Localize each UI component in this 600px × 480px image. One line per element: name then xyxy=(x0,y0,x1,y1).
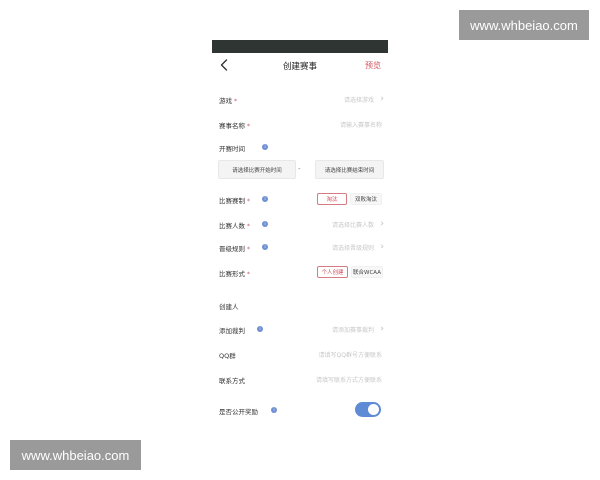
public-reward-toggle[interactable] xyxy=(355,402,381,417)
name-input[interactable]: 请输入赛事名称 xyxy=(340,120,382,129)
chevron-right-icon: › xyxy=(380,324,384,334)
chevron-right-icon: › xyxy=(380,94,384,104)
toggle-knob xyxy=(368,404,379,415)
public-reward-row: 是否公开奖励 i xyxy=(212,402,388,420)
status-bar xyxy=(212,40,388,53)
start-time-label: 开赛时间 xyxy=(219,145,245,153)
format-row: 比赛赛制 * i 淘汰 双败淘汰 xyxy=(212,191,388,209)
required-mark: * xyxy=(247,246,250,253)
creator-label: 创建人 xyxy=(219,303,239,311)
name-label: 赛事名称 xyxy=(219,122,245,130)
style-option-personal[interactable]: 个人创建 xyxy=(317,266,348,278)
public-reward-label: 是否公开奖励 xyxy=(219,408,258,416)
info-icon[interactable]: i xyxy=(271,407,277,413)
style-label: 比赛形式 xyxy=(219,270,245,278)
start-date-picker[interactable]: 请选择比赛开始时间 xyxy=(218,160,296,179)
advance-select-value: 请选择晋级规则 xyxy=(331,245,374,252)
required-mark: * xyxy=(247,223,250,230)
format-label: 比赛赛制 xyxy=(219,197,245,205)
advance-row[interactable]: 晋级规则 * i 请选择晋级规则 › xyxy=(212,239,388,257)
referee-label: 添加裁判 xyxy=(219,327,245,335)
info-icon[interactable]: i xyxy=(262,144,268,150)
referee-select-value: 请添加赛事裁判 xyxy=(331,327,374,334)
info-icon[interactable]: i xyxy=(262,196,268,202)
page: www.whbeiao.com www.whbeiao.com 创建赛事 预览 … xyxy=(0,0,600,480)
contact-input[interactable]: 请填写联系方式方便联系 xyxy=(316,375,382,384)
contact-label: 联系方式 xyxy=(219,377,245,385)
qq-label: QQ群 xyxy=(219,352,236,360)
phone-screen: 创建赛事 预览 游戏 * 请选择游戏 › 赛事名称 * 请输入赛事名称 开赛时间 i… xyxy=(212,40,388,440)
required-mark: * xyxy=(247,198,250,205)
chevron-right-icon: › xyxy=(380,242,384,252)
game-select-value: 请选择游戏 xyxy=(343,97,374,104)
date-separator: - xyxy=(298,165,301,173)
format-option-elimination[interactable]: 淘汰 xyxy=(317,193,347,205)
required-mark: * xyxy=(247,271,250,278)
required-mark: * xyxy=(247,123,250,130)
name-row[interactable]: 赛事名称 * 请输入赛事名称 xyxy=(212,116,388,134)
info-icon[interactable]: i xyxy=(257,326,263,332)
info-icon[interactable]: i xyxy=(262,221,268,227)
players-row[interactable]: 比赛人数 * i 请选择比赛人数 › xyxy=(212,216,388,234)
nav-bar: 创建赛事 预览 xyxy=(212,53,388,78)
game-label: 游戏 xyxy=(219,97,232,105)
style-option-wcaa[interactable]: 联合WCAA xyxy=(351,266,383,278)
contact-row[interactable]: 联系方式 请填写联系方式方便联系 xyxy=(212,371,388,389)
preview-button[interactable]: 预览 xyxy=(365,60,381,71)
qq-input[interactable]: 请填写QQ群号方便联系 xyxy=(319,350,382,359)
referee-row[interactable]: 添加裁判 i 请添加赛事裁判 › xyxy=(212,321,388,339)
advance-label: 晋级规则 xyxy=(219,245,245,253)
players-label: 比赛人数 xyxy=(219,222,245,230)
format-option-double-elimination[interactable]: 双败淘汰 xyxy=(350,193,382,205)
start-time-row: 开赛时间 i xyxy=(212,139,388,157)
info-icon[interactable]: i xyxy=(262,244,268,250)
back-arrow-icon[interactable] xyxy=(217,57,231,73)
watermark-bottom: www.whbeiao.com xyxy=(10,440,141,470)
game-row[interactable]: 游戏 * 请选择游戏 › xyxy=(212,91,388,109)
creator-row: 创建人 xyxy=(212,297,388,315)
qq-row[interactable]: QQ群 请填写QQ群号方便联系 xyxy=(212,346,388,364)
watermark-top: www.whbeiao.com xyxy=(459,10,589,40)
players-select-value: 请选择比赛人数 xyxy=(331,222,374,229)
end-date-picker[interactable]: 请选择比赛结束时间 xyxy=(315,160,384,179)
required-mark: * xyxy=(234,98,237,105)
page-title: 创建赛事 xyxy=(282,61,317,72)
chevron-right-icon: › xyxy=(380,219,384,229)
style-row: 比赛形式 * 个人创建 联合WCAA xyxy=(212,264,388,282)
